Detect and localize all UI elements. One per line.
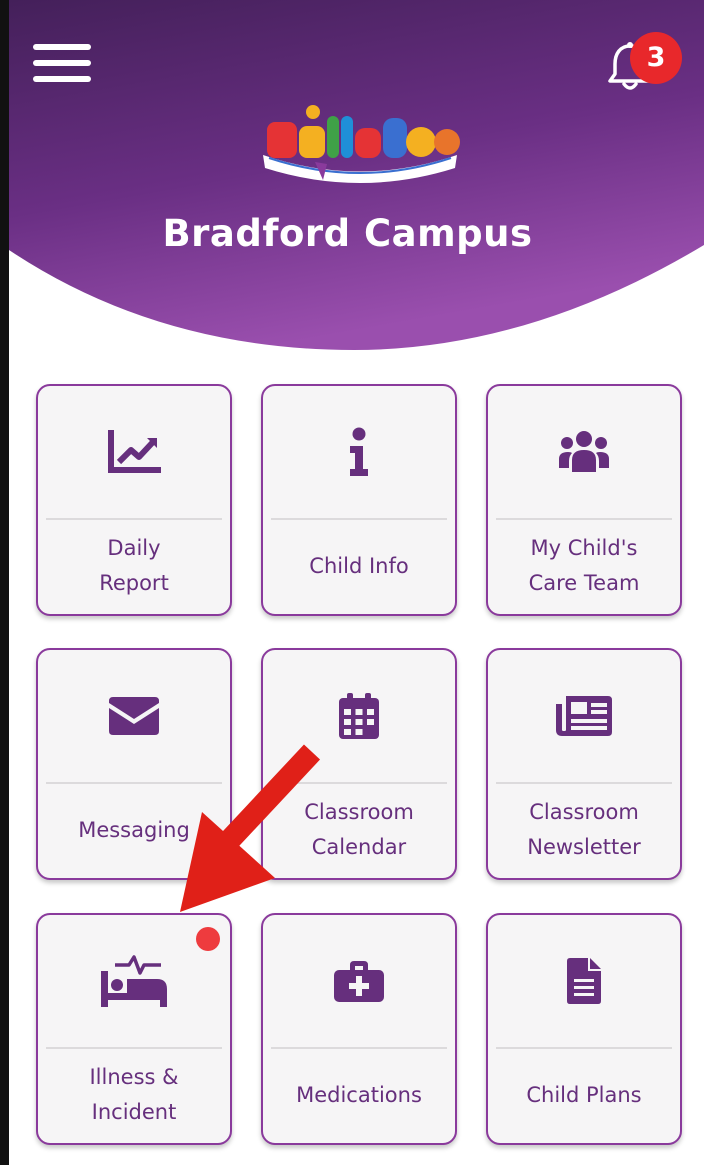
tile-divider xyxy=(46,782,222,784)
tile-child-plans[interactable]: Child Plans xyxy=(486,913,682,1145)
tile-divider xyxy=(496,1047,672,1049)
tile-illness-incident[interactable]: Illness & Incident xyxy=(36,913,232,1145)
info-icon xyxy=(350,427,368,476)
tile-divider xyxy=(496,782,672,784)
users-icon xyxy=(559,431,609,472)
tile-daily-report[interactable]: Daily Report xyxy=(36,384,232,616)
tile-classroom-calendar[interactable]: Classroom Calendar xyxy=(261,648,457,880)
new-item-indicator-dot xyxy=(196,927,220,951)
document-icon xyxy=(567,958,601,1004)
tile-child-info[interactable]: Child Info xyxy=(261,384,457,616)
tile-label: Classroom Newsletter xyxy=(527,800,641,859)
tile-messaging[interactable]: Messaging xyxy=(36,648,232,880)
tile-label: My Child's Care Team xyxy=(528,536,640,595)
tile-care-team[interactable]: My Child's Care Team xyxy=(486,384,682,616)
hamburger-menu-button[interactable] xyxy=(33,40,93,86)
tile-medications[interactable]: Medications xyxy=(261,913,457,1145)
calendar-icon xyxy=(339,693,379,739)
tile-label: Child Info xyxy=(309,553,409,578)
tile-divider xyxy=(271,782,447,784)
tile-label: Messaging xyxy=(78,817,190,842)
newspaper-icon xyxy=(556,696,612,736)
tile-divider xyxy=(46,518,222,520)
tile-label: Medications xyxy=(296,1082,422,1107)
tile-label: Illness & Incident xyxy=(89,1065,179,1124)
envelope-icon xyxy=(109,697,159,735)
lullaboo-logo xyxy=(263,105,460,183)
bed-pulse-icon xyxy=(101,955,167,1007)
tile-label: Child Plans xyxy=(526,1082,642,1107)
notification-count-badge: 3 xyxy=(630,32,682,84)
tile-classroom-newsletter[interactable]: Classroom Newsletter xyxy=(486,648,682,880)
tile-divider xyxy=(496,518,672,520)
chart-line-icon xyxy=(108,430,161,473)
tile-label: Classroom Calendar xyxy=(304,800,414,859)
campus-title: Bradford Campus xyxy=(162,212,533,255)
tile-divider xyxy=(271,1047,447,1049)
tile-divider xyxy=(46,1047,222,1049)
tile-label: Daily Report xyxy=(99,536,169,595)
first-aid-kit-icon xyxy=(334,961,384,1002)
left-edge-border xyxy=(0,0,9,1165)
tile-divider xyxy=(271,518,447,520)
